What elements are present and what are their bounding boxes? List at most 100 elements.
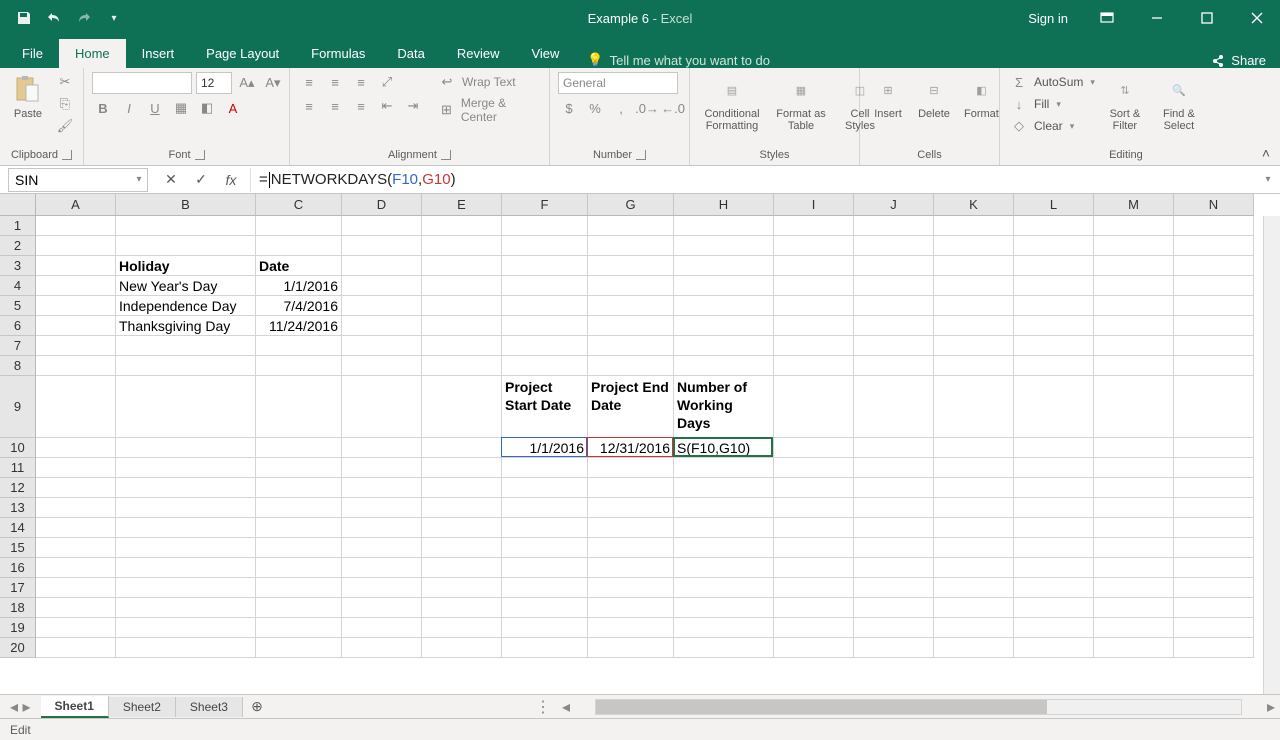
row-header[interactable]: 14 <box>0 518 36 538</box>
cell[interactable] <box>422 336 502 356</box>
cell[interactable] <box>36 478 116 498</box>
cell[interactable] <box>674 518 774 538</box>
cell[interactable] <box>1094 316 1174 336</box>
enter-formula-icon[interactable]: ✓ <box>192 171 210 188</box>
cell[interactable] <box>1014 276 1094 296</box>
cell[interactable] <box>934 376 1014 438</box>
cell[interactable] <box>256 538 342 558</box>
cell[interactable] <box>422 498 502 518</box>
cell[interactable] <box>342 376 422 438</box>
cell[interactable] <box>422 578 502 598</box>
cell[interactable] <box>674 578 774 598</box>
cell[interactable] <box>934 518 1014 538</box>
cell[interactable] <box>1174 538 1254 558</box>
cell[interactable] <box>1174 518 1254 538</box>
cell[interactable] <box>674 296 774 316</box>
cell[interactable] <box>502 598 588 618</box>
cell[interactable] <box>502 256 588 276</box>
cell[interactable] <box>1094 538 1174 558</box>
cell[interactable] <box>854 316 934 336</box>
row-header[interactable]: 1 <box>0 216 36 236</box>
cell[interactable] <box>502 356 588 376</box>
cell[interactable] <box>934 236 1014 256</box>
column-header[interactable]: J <box>854 194 934 216</box>
cell[interactable] <box>1014 598 1094 618</box>
maximize-icon[interactable] <box>1184 0 1230 36</box>
cell[interactable] <box>1174 376 1254 438</box>
column-header[interactable]: D <box>342 194 422 216</box>
cell[interactable] <box>934 638 1014 658</box>
cell[interactable] <box>1174 316 1254 336</box>
cell[interactable] <box>674 236 774 256</box>
cell[interactable] <box>1014 336 1094 356</box>
cell[interactable] <box>674 558 774 578</box>
cell[interactable] <box>1174 618 1254 638</box>
autosum-button[interactable]: ΣAutoSum▾ <box>1008 72 1095 92</box>
conditional-formatting-button[interactable]: ▤Conditional Formatting <box>698 72 766 134</box>
cell[interactable] <box>36 518 116 538</box>
cell[interactable] <box>774 316 854 336</box>
cell[interactable] <box>774 296 854 316</box>
cell[interactable] <box>342 316 422 336</box>
cell[interactable] <box>1094 598 1174 618</box>
cell[interactable] <box>502 518 588 538</box>
cell[interactable] <box>116 458 256 478</box>
cell[interactable] <box>774 356 854 376</box>
cell[interactable] <box>1014 438 1094 458</box>
cell[interactable] <box>934 216 1014 236</box>
cell[interactable] <box>854 638 934 658</box>
cell[interactable] <box>422 458 502 478</box>
column-header[interactable]: B <box>116 194 256 216</box>
clipboard-launcher-icon[interactable] <box>62 150 72 160</box>
cell[interactable] <box>256 558 342 578</box>
row-header[interactable]: 10 <box>0 438 36 458</box>
cell[interactable] <box>1014 356 1094 376</box>
align-left-icon[interactable]: ≡ <box>298 96 320 116</box>
cell[interactable] <box>934 498 1014 518</box>
number-launcher-icon[interactable] <box>636 150 646 160</box>
cell[interactable] <box>256 478 342 498</box>
cell[interactable] <box>674 216 774 236</box>
cell[interactable] <box>588 276 674 296</box>
cell[interactable] <box>502 638 588 658</box>
cell[interactable] <box>502 578 588 598</box>
align-middle-icon[interactable]: ≡ <box>324 72 346 92</box>
copy-icon[interactable]: ⎘ <box>54 94 76 114</box>
cell[interactable] <box>854 376 934 438</box>
cancel-formula-icon[interactable]: ✕ <box>162 171 180 188</box>
cell[interactable] <box>934 578 1014 598</box>
cell[interactable] <box>1174 256 1254 276</box>
cell[interactable] <box>342 538 422 558</box>
font-size-input[interactable] <box>196 72 232 94</box>
cell[interactable] <box>502 296 588 316</box>
paste-button[interactable]: Paste <box>8 72 48 122</box>
underline-button[interactable]: U <box>144 98 166 118</box>
cell[interactable] <box>774 538 854 558</box>
cell[interactable] <box>774 558 854 578</box>
undo-icon[interactable] <box>44 8 64 28</box>
decrease-indent-icon[interactable]: ⇤ <box>376 96 398 116</box>
cell[interactable] <box>342 518 422 538</box>
cell[interactable] <box>854 598 934 618</box>
cell[interactable] <box>116 538 256 558</box>
ribbon-display-icon[interactable] <box>1084 0 1130 36</box>
align-right-icon[interactable]: ≡ <box>350 96 372 116</box>
cell[interactable]: Independence Day <box>116 296 256 316</box>
cell[interactable] <box>854 336 934 356</box>
find-select-button[interactable]: 🔍Find & Select <box>1155 72 1203 134</box>
delete-cells-button[interactable]: ⊟Delete <box>914 72 954 122</box>
sheet-tab-2[interactable]: Sheet2 <box>109 697 176 717</box>
cell[interactable] <box>1094 458 1174 478</box>
cell[interactable] <box>36 316 116 336</box>
cell[interactable] <box>1094 618 1174 638</box>
cell[interactable] <box>588 316 674 336</box>
cell[interactable]: 1/1/2016 <box>502 438 588 458</box>
cell[interactable] <box>1014 216 1094 236</box>
cell[interactable] <box>1014 236 1094 256</box>
cell[interactable] <box>588 498 674 518</box>
cell[interactable] <box>588 598 674 618</box>
accounting-icon[interactable]: $ <box>558 98 580 118</box>
cell[interactable] <box>36 438 116 458</box>
row-header[interactable]: 17 <box>0 578 36 598</box>
cell[interactable] <box>1174 336 1254 356</box>
